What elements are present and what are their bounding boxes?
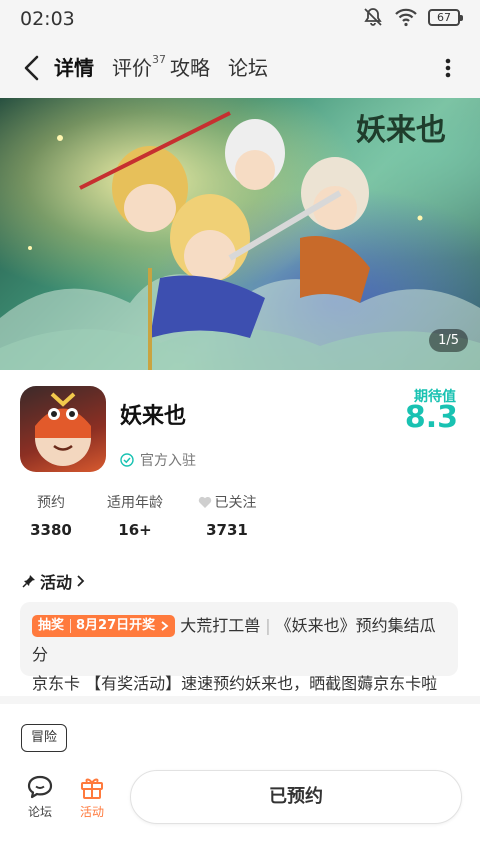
activity-heading: 活动 (40, 573, 73, 592)
lottery-badge-date: 8月27日开奖 (76, 618, 156, 633)
game-icon-art (35, 392, 91, 466)
expectation-score: 8.3 (404, 400, 458, 435)
stat-age-value: 16+ (118, 521, 152, 539)
tab-guides[interactable]: 攻略 (170, 54, 210, 82)
bottom-action-bar: 论坛 活动 已预约 (0, 762, 480, 854)
game-icon (20, 386, 106, 472)
stat-age-label: 适用年龄 (107, 495, 163, 511)
badge-chevron-icon (161, 620, 169, 631)
bottom-activity-button[interactable]: 活动 (70, 774, 114, 820)
activity-card[interactable]: 抽奖 8月27日开奖 大荒打工兽 | 《妖来也》预约集结瓜分 京东卡 【有奖活动】速… (20, 602, 458, 693)
status-time: 02:03 (20, 8, 75, 30)
banner-page-indicator: 1/5 (429, 329, 468, 352)
bottom-forum-button[interactable]: 论坛 (18, 774, 62, 820)
tab-bar: 详情 评价 37 攻略 论坛 (54, 53, 268, 82)
stat-followers-label-row: 已关注 (194, 492, 260, 512)
official-label: 官方入驻 (140, 453, 196, 469)
activity-section-header[interactable]: 活动 (22, 569, 86, 593)
genre-tag[interactable]: 冒险 (21, 724, 68, 752)
lottery-badge: 抽奖 8月27日开奖 (32, 614, 176, 637)
tab-details-label: 详情 (54, 56, 94, 80)
activity-text-part1: 大荒打工兽 (180, 616, 261, 635)
gift-icon (81, 778, 103, 799)
battery-icon: 67 (428, 8, 463, 26)
muted-bell-icon (364, 8, 382, 26)
status-bar: 02:03 67 (0, 0, 480, 38)
lottery-badge-type: 抽奖 (38, 618, 65, 633)
official-badge: 官方入驻 (120, 450, 196, 470)
bottom-forum-label: 论坛 (27, 805, 52, 819)
activity-text-part3: 京东卡 【有奖活动】速速预约妖来也，晒截图薅京东卡啦 (32, 674, 438, 693)
verified-check-icon (120, 453, 134, 467)
stat-reservations-label: 预约 (37, 495, 65, 511)
back-arrow-icon[interactable] (18, 53, 48, 83)
more-options-icon[interactable] (438, 54, 458, 82)
tab-forum-label: 论坛 (228, 56, 268, 80)
pin-icon (22, 575, 35, 588)
tab-guides-label: 攻略 (170, 56, 210, 80)
reviews-count: 37 (152, 53, 166, 66)
top-nav: 详情 评价 37 攻略 论坛 (0, 38, 480, 98)
stat-followers-label: 已关注 (214, 495, 257, 511)
activity-divider: | (265, 616, 271, 635)
banner-title-art: 妖来也 (356, 113, 446, 148)
game-title: 妖来也 (120, 404, 187, 429)
banner-artwork: 妖来也 (0, 111, 480, 370)
heart-icon (198, 496, 211, 508)
tab-forum[interactable]: 论坛 (228, 54, 268, 82)
stat-age-rating: 适用年龄 16+ (104, 492, 166, 539)
tab-reviews-label: 评价 (112, 56, 152, 80)
stat-reservations-value: 3380 (30, 521, 72, 539)
tab-details[interactable]: 详情 (54, 54, 94, 82)
wifi-icon (395, 8, 417, 27)
bottom-activity-label: 活动 (79, 805, 104, 819)
stat-followers[interactable]: 已关注 3731 (194, 492, 260, 539)
section-divider (0, 696, 480, 704)
chevron-right-icon (77, 575, 85, 587)
reserved-button[interactable]: 已预约 (130, 770, 462, 824)
stat-followers-value: 3731 (206, 521, 248, 539)
forum-bubble-icon (27, 775, 53, 799)
stat-reservations: 预约 3380 (26, 492, 76, 539)
status-icons: 67 (362, 6, 463, 28)
tab-reviews[interactable]: 评价 37 (112, 53, 166, 82)
hero-banner[interactable]: 妖来也 1/5 (0, 98, 480, 370)
